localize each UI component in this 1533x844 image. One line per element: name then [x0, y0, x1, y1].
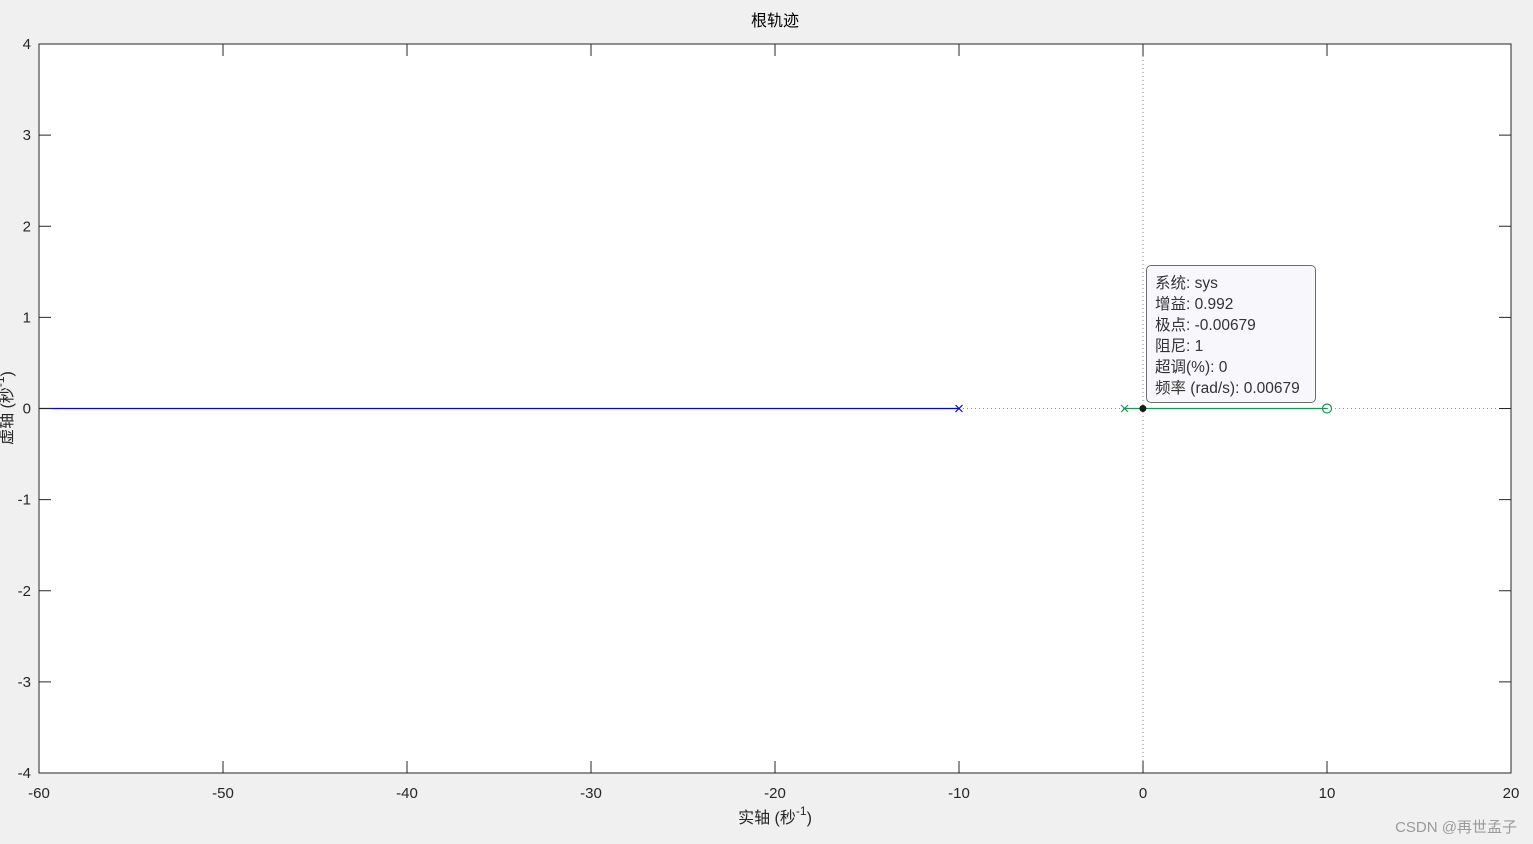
y-tick-label: -3 [18, 674, 31, 691]
x-tick-label: -40 [396, 785, 418, 802]
y-tick-label: 0 [23, 401, 31, 418]
data-tip[interactable]: 系统: sys 增益: 0.992 极点: -0.00679 阻尼: 1 超调(… [1146, 265, 1316, 403]
data-tip-pole: 极点: -0.00679 [1155, 317, 1256, 334]
x-axis-label: 实轴 (秒-1) [738, 804, 812, 827]
data-tip-damping: 阻尼: 1 [1155, 338, 1204, 355]
x-axis-label-main: 实轴 (秒 [738, 809, 796, 827]
y-tick-label: -4 [18, 765, 31, 782]
x-tick-label: -20 [764, 785, 786, 802]
x-tick-label: -10 [948, 785, 970, 802]
y-tick-label: 2 [23, 218, 31, 235]
data-tip-overshoot: 超调(%): 0 [1155, 359, 1228, 376]
x-axis-label-superscript: -1 [796, 804, 807, 818]
chart-title: 根轨迹 [751, 12, 799, 30]
x-tick-label: -30 [580, 785, 602, 802]
data-tip-gain: 增益: 0.992 [1155, 296, 1234, 313]
x-tick-label: 20 [1503, 785, 1520, 802]
data-tip-frequency: 频率 (rad/s): 0.00679 [1155, 380, 1300, 397]
y-tick-label: 3 [23, 127, 31, 144]
y-tick-label: 4 [23, 36, 31, 53]
y-tick-label: -1 [18, 492, 31, 509]
x-tick-label: -50 [212, 785, 234, 802]
x-tick-label: 10 [1319, 785, 1336, 802]
root-locus-figure: -60 -50 -40 -30 -20 -10 0 10 20-4-3-2-101234 根轨迹… [0, 12, 1520, 827]
data-tip-system: 系统: sys [1155, 275, 1218, 292]
y-axis-label-close: ) [0, 371, 16, 376]
y-tick-label: -2 [18, 583, 31, 600]
x-tick-label: -60 [28, 785, 50, 802]
y-tick-label: 1 [23, 309, 31, 326]
y-axis-label-main: 虚轴 (秒 [0, 387, 16, 445]
watermark: CSDN @再世孟子 [1395, 819, 1517, 836]
x-axis-label-close: ) [807, 810, 812, 827]
y-axis-label: 虚轴 (秒-1) [0, 371, 16, 445]
y-axis-label-superscript: -1 [0, 376, 7, 387]
selected-point-marker [1139, 405, 1147, 412]
x-tick-label: 0 [1139, 785, 1147, 802]
